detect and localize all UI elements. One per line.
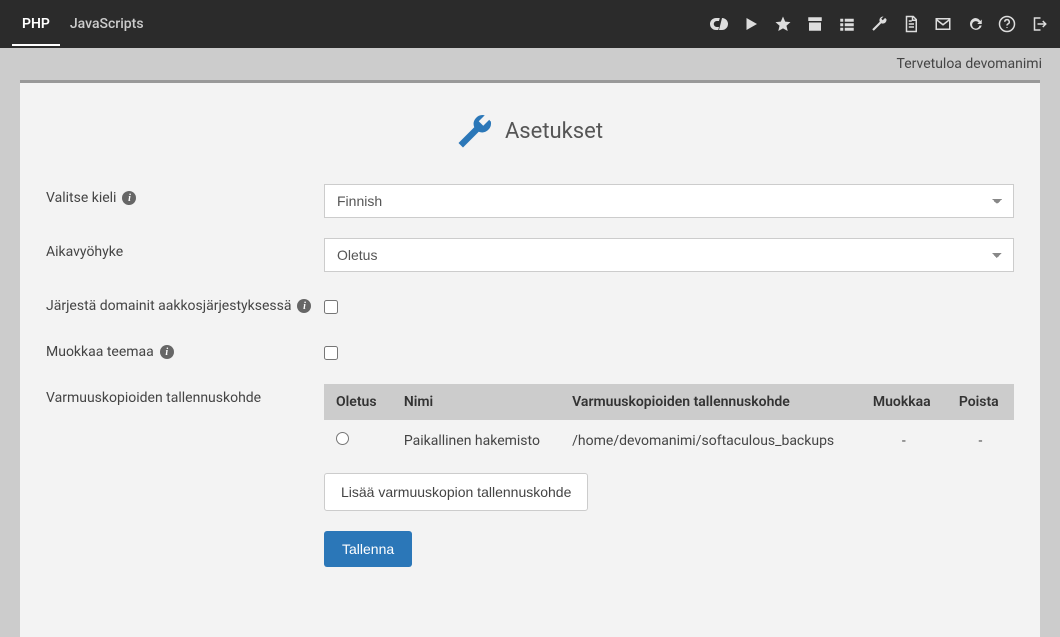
mail-icon[interactable] xyxy=(934,15,952,33)
select-timezone[interactable]: Oletus xyxy=(324,238,1014,272)
select-language[interactable]: Finnish xyxy=(324,184,1014,218)
logout-icon[interactable] xyxy=(1030,15,1048,33)
row-edit-theme: Muokkaa teemaa i xyxy=(46,338,1014,364)
row-language: Valitse kieli i Finnish xyxy=(46,184,1014,218)
top-navigation-bar: PHP JavaScripts xyxy=(0,0,1060,48)
welcome-text: Tervetuloa devomanimi xyxy=(0,48,1060,80)
file-icon[interactable] xyxy=(902,15,920,33)
th-name: Nimi xyxy=(392,384,560,420)
refresh-icon[interactable] xyxy=(966,15,984,33)
star-icon[interactable] xyxy=(774,15,792,33)
add-backup-button[interactable]: Lisää varmuuskopion tallennuskohde xyxy=(324,473,588,511)
label-sort-domains: Järjestä domainit aakkosjärjestyksessä i xyxy=(46,292,324,314)
cell-backup-delete: - xyxy=(947,420,1014,461)
th-delete: Poista xyxy=(947,384,1014,420)
label-sort-domains-text: Järjestä domainit aakkosjärjestyksessä xyxy=(46,298,291,314)
label-timezone: Aikavyöhyke xyxy=(46,238,324,260)
list-icon[interactable] xyxy=(838,15,856,33)
row-backup-location: Varmuuskopioiden tallennuskohde Oletus N… xyxy=(46,384,1014,567)
row-sort-domains: Järjestä domainit aakkosjärjestyksessä i xyxy=(46,292,1014,318)
th-location: Varmuuskopioiden tallennuskohde xyxy=(560,384,861,420)
info-icon[interactable]: i xyxy=(297,299,311,313)
checkbox-sort-domains[interactable] xyxy=(324,300,338,314)
tab-php[interactable]: PHP xyxy=(12,2,60,46)
info-icon[interactable]: i xyxy=(160,345,174,359)
label-timezone-text: Aikavyöhyke xyxy=(46,244,123,260)
settings-wrench-icon xyxy=(457,113,493,149)
label-language-text: Valitse kieli xyxy=(46,190,116,206)
page-header: Asetukset xyxy=(20,83,1040,184)
backup-table: Oletus Nimi Varmuuskopioiden tallennusko… xyxy=(324,384,1014,461)
info-icon[interactable]: i xyxy=(122,191,136,205)
label-edit-theme: Muokkaa teemaa i xyxy=(46,338,324,360)
cpanel-icon[interactable] xyxy=(710,15,728,33)
cell-backup-location: /home/devomanimi/softaculous_backups xyxy=(560,420,861,461)
toolbar-icons xyxy=(710,15,1048,33)
cell-backup-edit: - xyxy=(861,420,947,461)
tab-group: PHP JavaScripts xyxy=(12,2,154,46)
cell-backup-name: Paikallinen hakemisto xyxy=(392,420,560,461)
checkbox-edit-theme[interactable] xyxy=(324,346,338,360)
main-content: Asetukset Valitse kieli i Finnish Aikavy… xyxy=(20,80,1040,637)
label-edit-theme-text: Muokkaa teemaa xyxy=(46,344,154,360)
archive-icon[interactable] xyxy=(806,15,824,33)
wrench-icon[interactable] xyxy=(870,15,888,33)
save-button[interactable]: Tallenna xyxy=(324,531,412,567)
tab-javascripts[interactable]: JavaScripts xyxy=(60,2,154,46)
label-backup-location-text: Varmuuskopioiden tallennuskohde xyxy=(46,390,261,406)
label-backup-location: Varmuuskopioiden tallennuskohde xyxy=(46,384,324,406)
th-default: Oletus xyxy=(324,384,392,420)
row-timezone: Aikavyöhyke Oletus xyxy=(46,238,1014,272)
help-icon[interactable] xyxy=(998,15,1016,33)
table-row: Paikallinen hakemisto /home/devomanimi/s… xyxy=(324,420,1014,461)
page-title: Asetukset xyxy=(505,119,603,144)
table-header-row: Oletus Nimi Varmuuskopioiden tallennusko… xyxy=(324,384,1014,420)
settings-form: Valitse kieli i Finnish Aikavyöhyke Olet… xyxy=(20,184,1040,567)
play-icon[interactable] xyxy=(742,15,760,33)
radio-default-backup[interactable] xyxy=(336,432,349,445)
th-edit: Muokkaa xyxy=(861,384,947,420)
label-language: Valitse kieli i xyxy=(46,184,324,206)
